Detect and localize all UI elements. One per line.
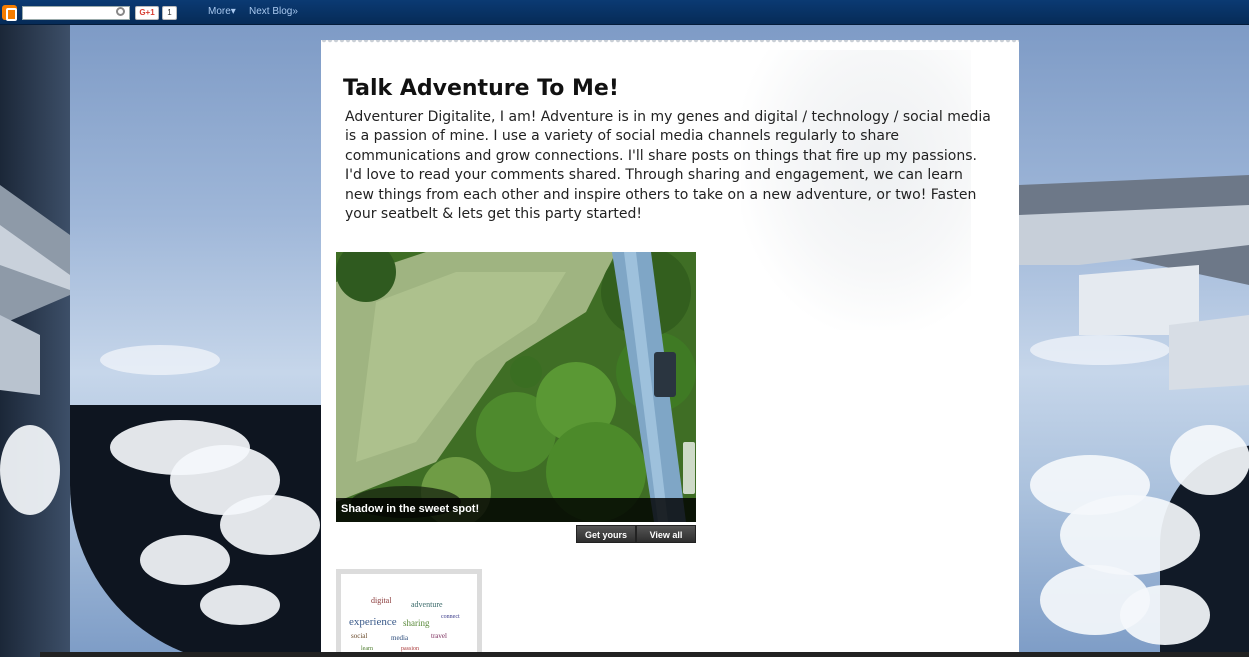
aerial-field-photo [336, 252, 696, 522]
view-all-button[interactable]: View all [636, 525, 696, 543]
blogger-navbar: G+1 1 More▾ Next Blog» [0, 0, 1249, 25]
blog-content-column: Talk Adventure To Me! Adventurer Digital… [321, 40, 1019, 657]
search-input[interactable] [22, 6, 130, 20]
photobucket-watermark-icon [683, 442, 695, 494]
search-icon[interactable] [116, 7, 125, 16]
bottom-status-bar [40, 652, 1249, 657]
plus-one-count: 1 [162, 6, 177, 20]
photo-caption-bar: Shadow in the sweet spot! [336, 498, 696, 522]
word-cloud-thumbnail[interactable]: experience sharing digital adventure soc… [336, 569, 482, 657]
blog-title[interactable]: Talk Adventure To Me! [343, 76, 619, 101]
blogger-logo-icon[interactable] [2, 5, 17, 21]
word-cloud-word: connect [441, 614, 460, 620]
word-cloud-word: sharing [403, 618, 430, 628]
right-wing-image [1019, 175, 1249, 390]
photo-slideshow-image[interactable]: Shadow in the sweet spot! [336, 252, 696, 522]
google-plus-one-button[interactable]: G+1 [135, 6, 159, 20]
word-cloud-word: experience [349, 616, 397, 628]
word-cloud-word: media [391, 634, 409, 642]
word-cloud-word: travel [431, 632, 447, 640]
word-cloud-word: digital [371, 596, 392, 605]
blog-description: Adventurer Digitalite, I am! Adventure i… [345, 109, 991, 223]
get-yours-button[interactable]: Get yours [576, 525, 636, 543]
word-cloud-word: adventure [411, 600, 443, 609]
more-menu-link[interactable]: More▾ [208, 6, 236, 17]
photo-caption: Shadow in the sweet spot! [341, 503, 480, 515]
left-wing-image [0, 185, 70, 395]
word-cloud-word: social [351, 632, 368, 640]
next-blog-link[interactable]: Next Blog» [249, 6, 298, 17]
